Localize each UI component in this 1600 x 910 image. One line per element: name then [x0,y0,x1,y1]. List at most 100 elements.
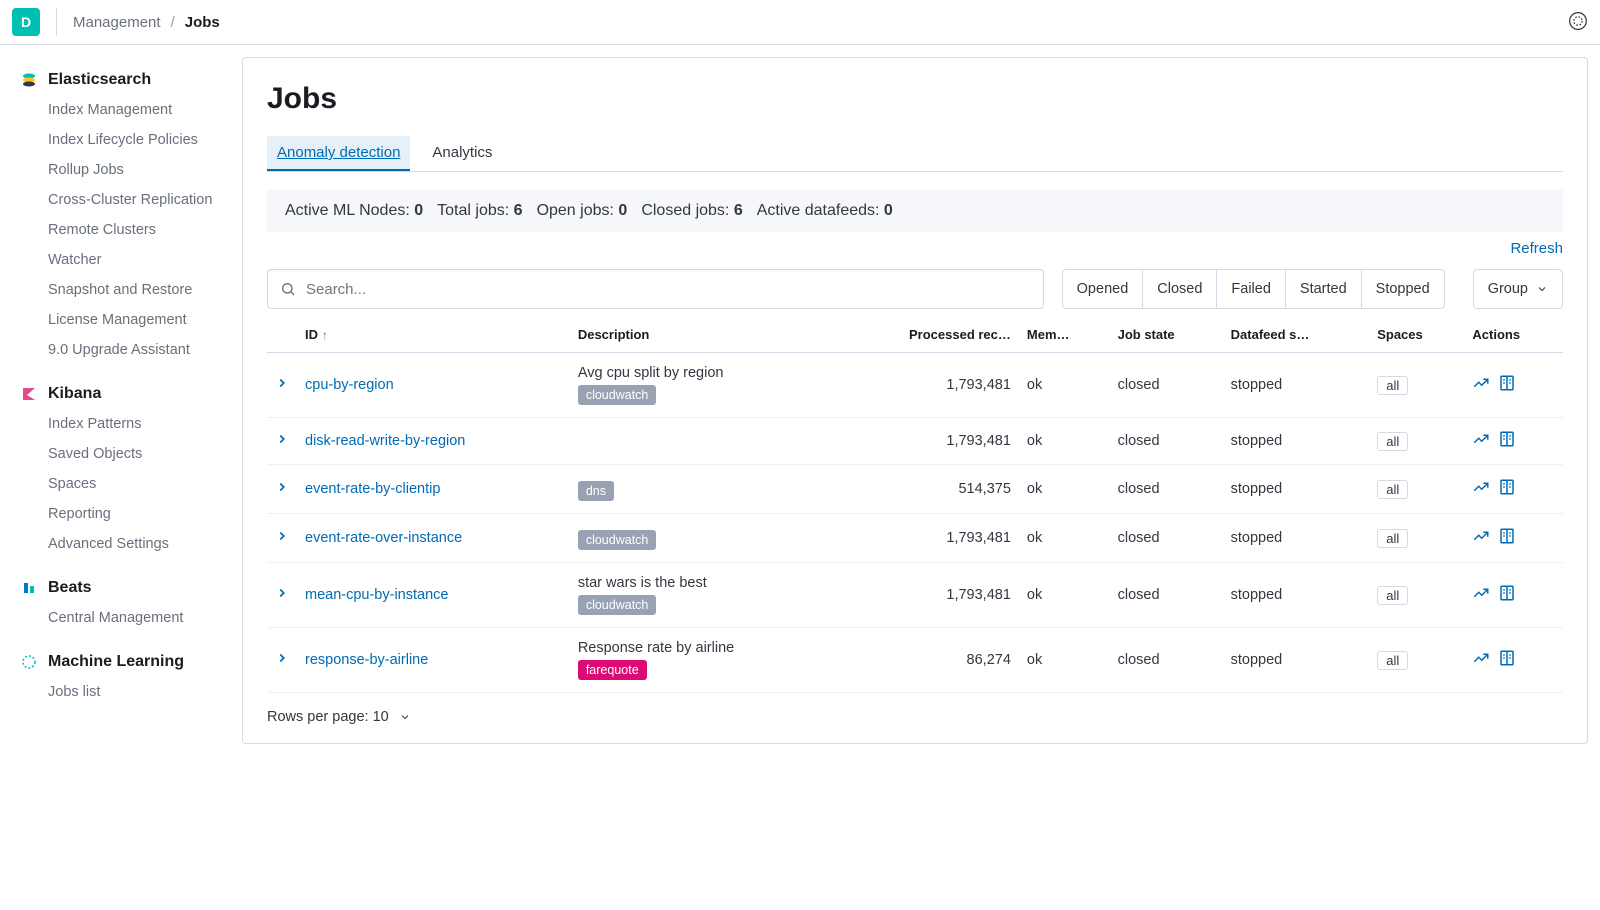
cell-datafeed: stopped [1223,418,1370,465]
page-title: Jobs [267,82,1563,116]
cell-description: Response rate by airlinefarequote [570,628,837,693]
job-details-icon[interactable] [1498,655,1516,671]
cell-spaces: all [1369,628,1464,693]
cell-job-state: closed [1110,628,1223,693]
stat-total-jobs: Total jobs: 6 [437,202,522,220]
cell-memory: ok [1019,563,1110,628]
sidebar-group-title: Beats [0,575,242,603]
table-row: mean-cpu-by-instancestar wars is the bes… [267,563,1563,628]
expand-row-button[interactable] [267,514,297,563]
breadcrumb-parent[interactable]: Management [73,14,161,31]
expand-row-button[interactable] [267,465,297,514]
cell-description [570,418,837,465]
view-results-icon[interactable] [1472,436,1490,452]
col-job-state[interactable]: Job state [1110,317,1223,353]
filter-started[interactable]: Started [1285,269,1361,309]
group-badge: cloudwatch [578,530,657,550]
view-results-icon[interactable] [1472,533,1490,549]
sidebar-group-label: Kibana [48,385,101,403]
cell-actions [1464,628,1563,693]
cell-spaces: all [1369,465,1464,514]
col-memory[interactable]: Mem… [1019,317,1110,353]
filter-opened[interactable]: Opened [1062,269,1143,309]
job-details-icon[interactable] [1498,484,1516,500]
description-text: Avg cpu split by region [578,365,829,381]
sidebar-group: Machine LearningJobs list [0,643,242,717]
cell-job-state: closed [1110,563,1223,628]
sidebar-item[interactable]: Index Management [0,95,242,125]
col-processed[interactable]: Processed rec… [837,317,1019,353]
tab-analytics[interactable]: Analytics [428,136,496,171]
job-details-icon[interactable] [1498,533,1516,549]
expand-row-button[interactable] [267,418,297,465]
filter-failed[interactable]: Failed [1216,269,1285,309]
sidebar-item[interactable]: 9.0 Upgrade Assistant [0,335,242,365]
job-details-icon[interactable] [1498,380,1516,396]
pagination[interactable]: Rows per page: 10 [267,693,1563,725]
sidebar-item[interactable]: Snapshot and Restore [0,275,242,305]
cell-datafeed: stopped [1223,563,1370,628]
cell-job-state: closed [1110,418,1223,465]
job-id-link[interactable]: event-rate-by-clientip [305,481,440,497]
sidebar-item[interactable]: Advanced Settings [0,529,242,559]
col-expand [267,317,297,353]
view-results-icon[interactable] [1472,590,1490,606]
group-dropdown[interactable]: Group [1473,269,1563,309]
view-results-icon[interactable] [1472,484,1490,500]
sidebar-item[interactable]: Watcher [0,245,242,275]
job-details-icon[interactable] [1498,590,1516,606]
expand-row-button[interactable] [267,628,297,693]
expand-row-button[interactable] [267,353,297,418]
cell-description: dns [570,465,837,514]
sidebar-group-title: Elasticsearch [0,67,242,95]
filter-closed[interactable]: Closed [1142,269,1216,309]
chevron-down-icon [1536,283,1548,295]
col-datafeed[interactable]: Datafeed s… [1223,317,1370,353]
main: Jobs Anomaly detection Analytics Active M… [242,45,1600,774]
table-row: event-rate-over-instancecloudwatch1,793,… [267,514,1563,563]
top-nav-left: D Management / Jobs [12,8,220,36]
description-text: Response rate by airline [578,640,829,656]
cell-actions [1464,465,1563,514]
view-results-icon[interactable] [1472,655,1490,671]
sidebar-item[interactable]: Remote Clusters [0,215,242,245]
sidebar-item[interactable]: Spaces [0,469,242,499]
job-details-icon[interactable] [1498,436,1516,452]
col-spaces[interactable]: Spaces [1369,317,1464,353]
job-id-link[interactable]: event-rate-over-instance [305,530,462,546]
jobs-table: ID↑ Description Processed rec… Mem… Job … [267,317,1563,693]
sidebar-item[interactable]: Central Management [0,603,242,633]
sidebar-item[interactable]: Cross-Cluster Replication [0,185,242,215]
cell-processed: 514,375 [837,465,1019,514]
cell-spaces: all [1369,563,1464,628]
job-id-link[interactable]: response-by-airline [305,652,428,668]
filter-stopped[interactable]: Stopped [1361,269,1445,309]
job-id-link[interactable]: mean-cpu-by-instance [305,587,448,603]
sidebar-item[interactable]: License Management [0,305,242,335]
col-description[interactable]: Description [570,317,837,353]
app-switcher[interactable]: D [12,8,40,36]
job-id-link[interactable]: cpu-by-region [305,377,394,393]
search-input[interactable] [306,281,1031,298]
sidebar-item[interactable]: Saved Objects [0,439,242,469]
search-box[interactable] [267,269,1044,309]
group-badge: cloudwatch [578,595,657,615]
refresh-button[interactable]: Refresh [1510,240,1563,257]
tab-anomaly-detection[interactable]: Anomaly detection [267,136,410,171]
expand-row-button[interactable] [267,563,297,628]
spaces-badge: all [1377,529,1408,548]
sidebar-item[interactable]: Jobs list [0,677,242,707]
stat-active-ml-nodes: Active ML Nodes: 0 [285,202,423,220]
sidebar-item[interactable]: Rollup Jobs [0,155,242,185]
cell-spaces: all [1369,353,1464,418]
job-id-link[interactable]: disk-read-write-by-region [305,433,465,449]
help-button[interactable] [1568,11,1588,34]
divider [56,8,57,36]
cell-actions [1464,514,1563,563]
spaces-badge: all [1377,480,1408,499]
col-id[interactable]: ID↑ [297,317,570,353]
sidebar-item[interactable]: Index Patterns [0,409,242,439]
sidebar-item[interactable]: Index Lifecycle Policies [0,125,242,155]
view-results-icon[interactable] [1472,380,1490,396]
sidebar-item[interactable]: Reporting [0,499,242,529]
